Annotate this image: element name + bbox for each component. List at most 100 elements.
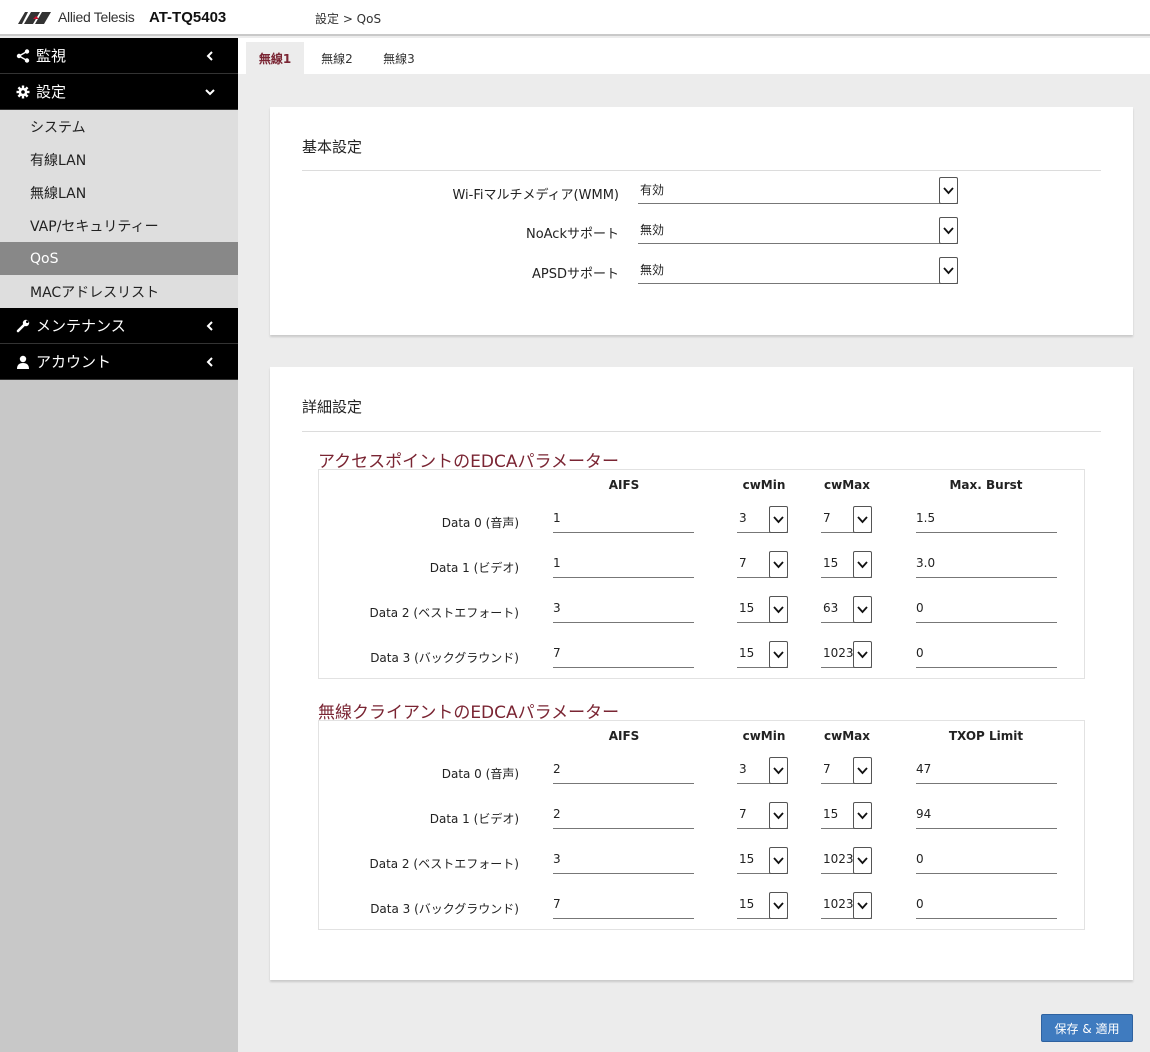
cwmax-select[interactable]: 63 [821, 596, 872, 623]
nav-group-maintenance[interactable]: メンテナンス [0, 308, 238, 344]
txop-limit-input[interactable]: 47 [916, 757, 1057, 784]
chevron-down-icon[interactable] [939, 257, 958, 284]
chevron-down-icon[interactable] [769, 847, 788, 874]
cwmin-select-value: 3 [739, 762, 747, 776]
apsd-select[interactable]: 無効 [638, 257, 958, 284]
tab-radio1[interactable]: 無線1 [246, 42, 304, 74]
sidebar-item-system[interactable]: システム [0, 110, 238, 143]
aifs-input[interactable]: 7 [553, 641, 694, 668]
cwmax-select[interactable]: 1023 [821, 847, 872, 874]
chevron-down-icon[interactable] [769, 802, 788, 829]
nav-group-account[interactable]: アカウント [0, 344, 238, 380]
max-burst-input-value: 0 [916, 601, 924, 615]
chevron-down-icon [205, 89, 215, 96]
device-model: AT-TQ5403 [149, 9, 227, 26]
sidebar-item-qos[interactable]: QoS [0, 242, 238, 275]
max-burst-input[interactable]: 0 [916, 596, 1057, 623]
chevron-down-icon[interactable] [939, 217, 958, 244]
max-burst-input[interactable]: 0 [916, 641, 1057, 668]
txop-limit-input-value: 0 [916, 852, 924, 866]
txop-limit-input[interactable]: 0 [916, 892, 1057, 919]
apsd-label: APSDサポート [532, 267, 619, 282]
chevron-down-icon[interactable] [769, 596, 788, 623]
txop-limit-input[interactable]: 94 [916, 802, 1057, 829]
chevron-down-icon[interactable] [853, 641, 872, 668]
cwmax-select-value: 63 [823, 601, 839, 615]
cwmax-select-value: 15 [823, 556, 839, 570]
column-header: AIFS [608, 729, 640, 743]
cwmin-select-value: 15 [739, 646, 755, 660]
cwmin-select-value: 15 [739, 601, 755, 615]
aifs-input-value: 3 [553, 601, 561, 615]
tab-radio3[interactable]: 無線3 [370, 42, 428, 74]
chevron-down-icon[interactable] [853, 551, 872, 578]
row-label: Data 0 (音声) [441, 516, 519, 530]
chevron-down-icon[interactable] [853, 802, 872, 829]
aifs-input[interactable]: 2 [553, 802, 694, 829]
cwmax-select[interactable]: 7 [821, 757, 872, 784]
chevron-down-icon[interactable] [853, 596, 872, 623]
noack-select[interactable]: 無効 [638, 217, 958, 244]
allied-telesis-logo-icon [18, 12, 51, 24]
cwmax-select[interactable]: 15 [821, 802, 872, 829]
save-apply-button[interactable]: 保存 & 適用 [1041, 1014, 1133, 1042]
cwmax-select-value: 1023 [823, 852, 854, 866]
cwmax-select-value: 1023 [823, 897, 854, 911]
nav-group-settings[interactable]: 設定 [0, 74, 238, 110]
chevron-down-icon[interactable] [769, 757, 788, 784]
cwmin-select-value: 15 [739, 897, 755, 911]
cwmin-select[interactable]: 7 [737, 551, 788, 578]
aifs-input[interactable]: 1 [553, 551, 694, 578]
chevron-left-icon [206, 51, 213, 61]
chevron-down-icon[interactable] [853, 757, 872, 784]
aifs-input[interactable]: 1 [553, 506, 694, 533]
aifs-input-value: 2 [553, 762, 561, 776]
chevron-down-icon[interactable] [769, 892, 788, 919]
cwmax-select[interactable]: 15 [821, 551, 872, 578]
aifs-input[interactable]: 3 [553, 596, 694, 623]
chevron-down-icon[interactable] [853, 847, 872, 874]
chevron-down-icon[interactable] [769, 551, 788, 578]
max-burst-input-value: 1.5 [916, 511, 936, 525]
chevron-down-icon[interactable] [853, 506, 872, 533]
cwmin-select[interactable]: 15 [737, 596, 788, 623]
aifs-input[interactable]: 2 [553, 757, 694, 784]
nav-group-label: メンテナンス [36, 317, 126, 335]
cwmin-select[interactable]: 15 [737, 892, 788, 919]
cwmax-select[interactable]: 1023 [821, 892, 872, 919]
wrench-icon [15, 318, 31, 334]
cwmin-select[interactable]: 3 [737, 506, 788, 533]
cwmax-select[interactable]: 7 [821, 506, 872, 533]
aifs-input[interactable]: 7 [553, 892, 694, 919]
cwmax-select[interactable]: 1023 [821, 641, 872, 668]
chevron-down-icon[interactable] [769, 506, 788, 533]
aifs-input[interactable]: 3 [553, 847, 694, 874]
max-burst-input[interactable]: 1.5 [916, 506, 1057, 533]
noack-label: NoAckサポート [525, 227, 619, 242]
chevron-down-icon[interactable] [769, 641, 788, 668]
user-icon [15, 354, 31, 370]
panel-title: 基本設定 [302, 138, 363, 156]
sidebar-item-mac-address-list[interactable]: MACアドレスリスト [0, 275, 238, 308]
tab-radio2[interactable]: 無線2 [308, 42, 366, 74]
txop-limit-input[interactable]: 0 [916, 847, 1057, 874]
cwmin-select[interactable]: 15 [737, 641, 788, 668]
cwmin-select[interactable]: 3 [737, 757, 788, 784]
nav-group-monitor[interactable]: 監視 [0, 38, 238, 74]
wmm-select[interactable]: 有効 [638, 177, 958, 204]
max-burst-input[interactable]: 3.0 [916, 551, 1057, 578]
cwmin-select[interactable]: 7 [737, 802, 788, 829]
sidebar-item-wireless-lan[interactable]: 無線LAN [0, 176, 238, 209]
aifs-input-value: 3 [553, 852, 561, 866]
row-label: Data 1 (ビデオ) [429, 561, 519, 575]
gear-icon [15, 84, 31, 100]
aifs-input-value: 2 [553, 807, 561, 821]
sidebar-item-vap-security[interactable]: VAP/セキュリティー [0, 209, 238, 242]
noack-value: 無効 [640, 223, 665, 237]
chevron-down-icon[interactable] [939, 177, 958, 204]
cwmin-select[interactable]: 15 [737, 847, 788, 874]
wmm-value: 有効 [640, 183, 665, 197]
chevron-down-icon[interactable] [853, 892, 872, 919]
sidebar-item-wired-lan[interactable]: 有線LAN [0, 143, 238, 176]
cwmin-select-value: 3 [739, 511, 747, 525]
